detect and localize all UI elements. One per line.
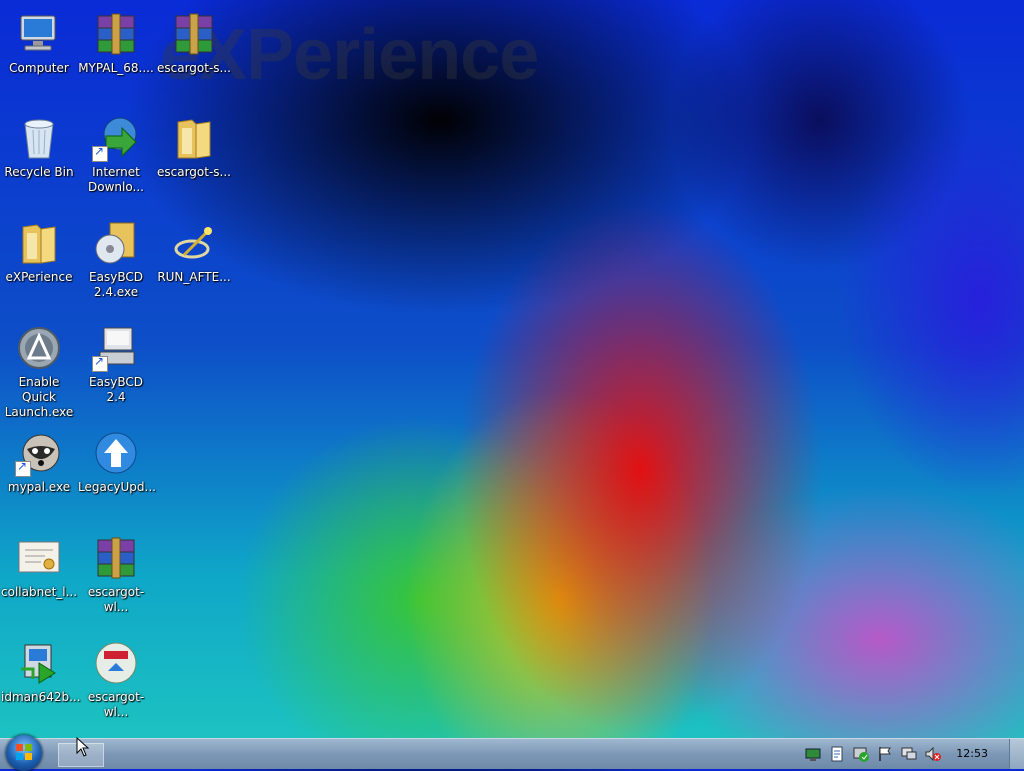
start-button[interactable] xyxy=(6,735,42,771)
desktop-icon-run-after[interactable]: RUN_AFTE... xyxy=(156,219,232,285)
desktop-icon-computer[interactable]: Computer xyxy=(1,10,77,76)
legacy-update-icon xyxy=(92,429,140,477)
certificate-icon xyxy=(15,534,63,582)
desktop-icon-collabnet[interactable]: collabnet_l... xyxy=(1,534,77,600)
desktop-icon-escargot-archive-2[interactable]: escargot-s... xyxy=(156,10,232,76)
shortcut-arrow-icon xyxy=(92,354,108,372)
desktop-icon-label: Recycle Bin xyxy=(4,165,74,179)
desktop-icon-label: EasyBCD 2.4 xyxy=(89,375,143,404)
desktop-icon-experience-folder[interactable]: eXPerience xyxy=(1,219,77,285)
desktop-icon-internet-download-manager[interactable]: Internet Downlo... xyxy=(78,114,154,195)
desktop-icon-label: escargot-wl... xyxy=(87,585,145,614)
easybcd-icon xyxy=(92,324,140,372)
system-tray xyxy=(804,745,942,763)
computer-icon xyxy=(15,10,63,58)
network-icon[interactable] xyxy=(804,745,822,763)
desktop-icon-label: escargot-s... xyxy=(157,165,231,179)
folder-icon xyxy=(15,219,63,267)
internet-download-manager-icon xyxy=(92,114,140,162)
windows-orb-icon xyxy=(16,744,32,760)
mouse-cursor-icon xyxy=(76,737,90,757)
desktop-icon-label: Computer xyxy=(9,61,69,75)
desktop-icon-enable-quick-launch[interactable]: Enable Quick Launch.exe xyxy=(1,324,77,420)
monitor-icon[interactable] xyxy=(900,745,918,763)
mypal-icon xyxy=(15,429,63,477)
desktop-icon-escargot-folder[interactable]: escargot-s... xyxy=(156,114,232,180)
flag-icon[interactable] xyxy=(876,745,894,763)
desktop-icon-label: eXPerience xyxy=(5,270,73,284)
desktop-icon-label: LegacyUpd... xyxy=(78,480,156,494)
easybcd-installer-icon xyxy=(92,219,140,267)
desktop-icon-label: EasyBCD 2.4.exe xyxy=(89,270,143,299)
desktop-icon-label: MYPAL_68.... xyxy=(78,61,154,75)
desktop-icon-label: collabnet_l... xyxy=(1,585,78,599)
desktop-icon-mypal-archive[interactable]: MYPAL_68.... xyxy=(78,10,154,76)
taskbar-clock[interactable]: 12:53 xyxy=(956,747,988,760)
desktop-icon-label: Enable Quick Launch.exe xyxy=(4,375,74,419)
desktop-icon-escargot-installer[interactable]: escargot-wl... xyxy=(78,639,154,720)
recycle-bin-icon xyxy=(15,114,63,162)
desktop-icon-idman-installer[interactable]: idman642b... xyxy=(1,639,81,705)
desktop-icon-recycle-bin[interactable]: Recycle Bin xyxy=(1,114,77,180)
desktop-icon-label: mypal.exe xyxy=(7,480,71,494)
desktop-icon-legacy-update[interactable]: LegacyUpd... xyxy=(78,429,156,495)
desktop-icon-easybcd-installer[interactable]: EasyBCD 2.4.exe xyxy=(78,219,154,300)
taskbar: 12:53 xyxy=(0,735,1024,771)
escargot-icon xyxy=(92,639,140,687)
desktop-icon-escargot-archive[interactable]: escargot-wl... xyxy=(78,534,154,615)
winrar-archive-icon xyxy=(92,10,140,58)
show-desktop-button[interactable] xyxy=(1009,739,1024,769)
folder-icon xyxy=(170,114,218,162)
desktop-icon-label: escargot-wl... xyxy=(87,690,145,719)
winrar-archive-icon xyxy=(92,534,140,582)
shortcut-arrow-icon xyxy=(15,459,31,477)
volume-muted-icon[interactable] xyxy=(924,745,942,763)
desktop-icon-label: escargot-s... xyxy=(157,61,231,75)
document-icon[interactable] xyxy=(828,745,846,763)
shortcut-arrow-icon xyxy=(92,144,108,162)
desktop-icon-label: Internet Downlo... xyxy=(88,165,144,194)
desktop-icon-mypal[interactable]: mypal.exe xyxy=(1,429,77,495)
desktop-icon-easybcd[interactable]: EasyBCD 2.4 xyxy=(78,324,154,405)
idm-installer-icon xyxy=(15,639,63,687)
desktop-icon-label: idman642b... xyxy=(1,690,81,704)
script-icon xyxy=(170,219,218,267)
security-icon[interactable] xyxy=(852,745,870,763)
winrar-archive-icon xyxy=(170,10,218,58)
quick-launch-icon xyxy=(15,324,63,372)
desktop-icon-label: RUN_AFTE... xyxy=(157,270,231,284)
